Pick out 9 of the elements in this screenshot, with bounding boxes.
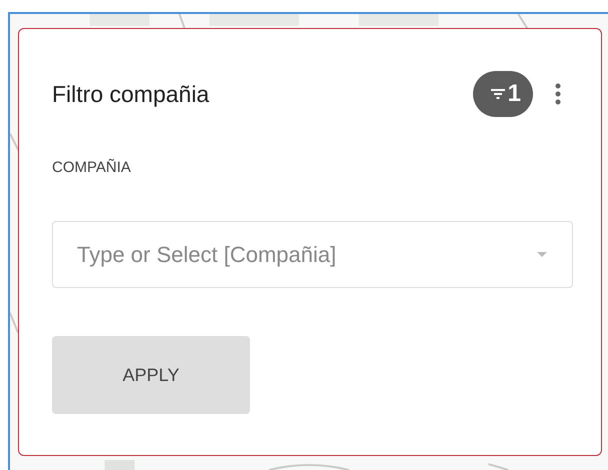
filter-count: 1 (508, 80, 521, 108)
filter-count-badge[interactable]: 1 (472, 71, 533, 117)
apply-button[interactable]: APPLY (52, 336, 250, 414)
field-label: COMPAÑIA (52, 159, 132, 176)
caret-icon (537, 252, 547, 257)
company-select[interactable]: Type or Select [Compañia] (52, 221, 573, 288)
more-options-icon[interactable] (555, 83, 561, 105)
card-title: Filtro compañia (52, 80, 210, 108)
filter-icon (490, 88, 505, 100)
